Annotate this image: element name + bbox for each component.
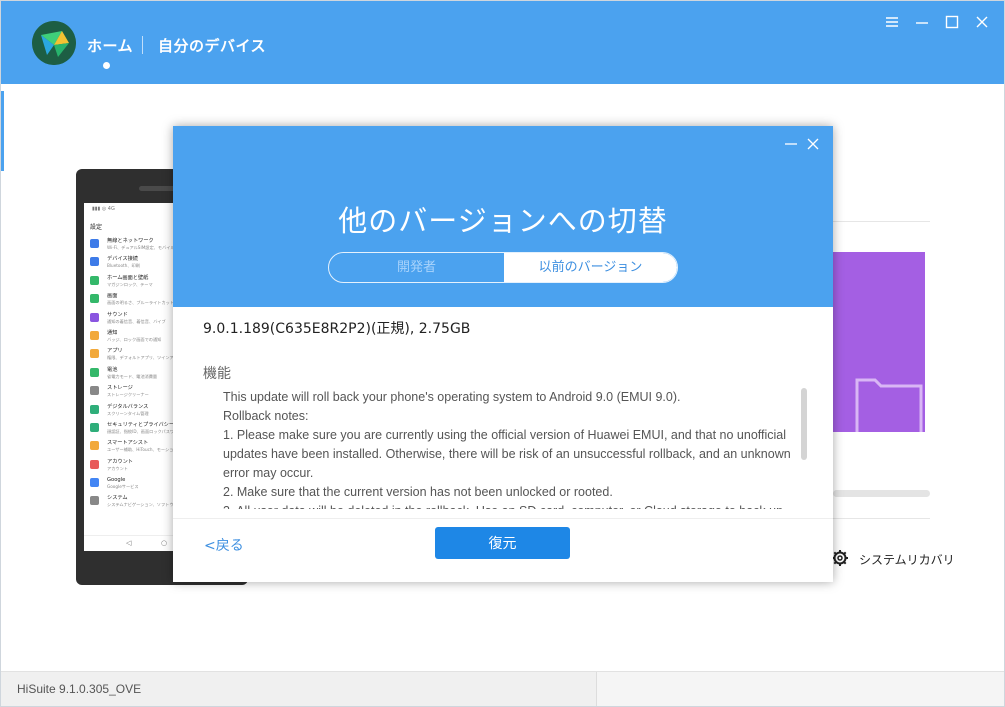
settings-item-icon: [90, 459, 99, 469]
settings-item-icon: [90, 496, 99, 506]
phone-screen-title: 設定: [90, 224, 103, 231]
settings-item-icon: [90, 239, 99, 248]
status-bar: HiSuite 9.1.0.305_OVE: [1, 671, 1004, 706]
switch-version-dialog: 他のバージョンへの切替 開発者 以前のバージョン 9.0.1.189(C635E…: [173, 126, 833, 582]
settings-item-icon: [90, 367, 99, 377]
minimize-icon[interactable]: [913, 13, 931, 31]
version-type-toggle: 開発者 以前のバージョン: [328, 252, 678, 283]
menu-icon[interactable]: [883, 13, 901, 31]
right-panel-progress: [833, 490, 930, 497]
settings-item-icon: [90, 422, 99, 432]
back-link[interactable]: <戻る: [204, 535, 244, 555]
nav-separator: [142, 36, 143, 54]
right-panel-divider-2: [833, 518, 930, 519]
hisuite-window: ホーム 自分のデバイス ▮▮▮ ◎ 4G 設定 無線とネットワーク Wi-Fi、デ…: [0, 0, 1005, 707]
top-bar: ホーム 自分のデバイス: [1, 1, 1004, 84]
restore-button[interactable]: 復元: [435, 527, 570, 559]
features-heading: 機能: [203, 366, 231, 382]
settings-item-icon: [90, 294, 99, 304]
feature-card[interactable]: [833, 252, 925, 432]
settings-item-icon: [90, 330, 99, 340]
nav-my-devices-tab[interactable]: 自分のデバイス: [158, 35, 266, 56]
release-note-line: Rollback notes:: [223, 409, 309, 423]
dialog-close-icon[interactable]: [805, 136, 821, 152]
settings-item-icon: [90, 404, 99, 414]
phone-home-icon: ○: [161, 539, 168, 547]
dialog-header: 他のバージョンへの切替 開発者 以前のバージョン: [173, 126, 833, 307]
folder-icon: [855, 378, 923, 432]
dialog-minimize-icon[interactable]: [783, 136, 799, 152]
version-info: 9.0.1.189(C635E8R2P2)(正規), 2.75GB: [203, 321, 471, 337]
system-recovery-link[interactable]: システムリカバリ: [859, 551, 955, 568]
active-tab-indicator: [103, 62, 110, 69]
release-note-line: This update will roll back your phone's …: [223, 390, 681, 404]
notes-scrollbar[interactable]: [801, 388, 807, 509]
tab-developer[interactable]: 開発者: [329, 253, 504, 282]
hisuite-logo-icon: [32, 21, 76, 65]
settings-item-icon: [90, 312, 99, 322]
dialog-footer-divider: [173, 518, 833, 519]
settings-item-icon: [90, 257, 99, 267]
settings-item-icon: [90, 478, 99, 488]
dialog-title: 他のバージョンへの切替: [338, 204, 668, 238]
settings-item-icon: [90, 275, 99, 285]
right-panel-divider: [833, 221, 930, 222]
close-icon[interactable]: [973, 13, 991, 31]
scrollbar-thumb[interactable]: [801, 388, 807, 460]
maximize-icon[interactable]: [943, 13, 961, 31]
app-version: HiSuite 9.1.0.305_OVE: [17, 682, 142, 696]
nav-home-tab[interactable]: ホーム: [87, 35, 133, 56]
release-note-line: 1. Please make sure you are currently us…: [223, 428, 791, 480]
left-edge-accent: [1, 91, 4, 171]
tab-previous-version[interactable]: 以前のバージョン: [504, 253, 677, 282]
phone-status-bar: ▮▮▮ ◎ 4G: [92, 206, 115, 212]
gear-icon[interactable]: [831, 549, 849, 567]
settings-item-icon: [90, 386, 99, 396]
settings-item-icon: [90, 349, 99, 359]
release-note-line: 3. All user data will be deleted in the …: [223, 502, 803, 509]
status-bar-right-pane: [596, 672, 1004, 706]
release-notes: This update will roll back your phone's …: [223, 388, 803, 509]
release-note-line: 2. Make sure that the current version ha…: [223, 485, 613, 499]
phone-back-icon: ◁: [126, 539, 132, 547]
settings-item-icon: [90, 441, 99, 451]
